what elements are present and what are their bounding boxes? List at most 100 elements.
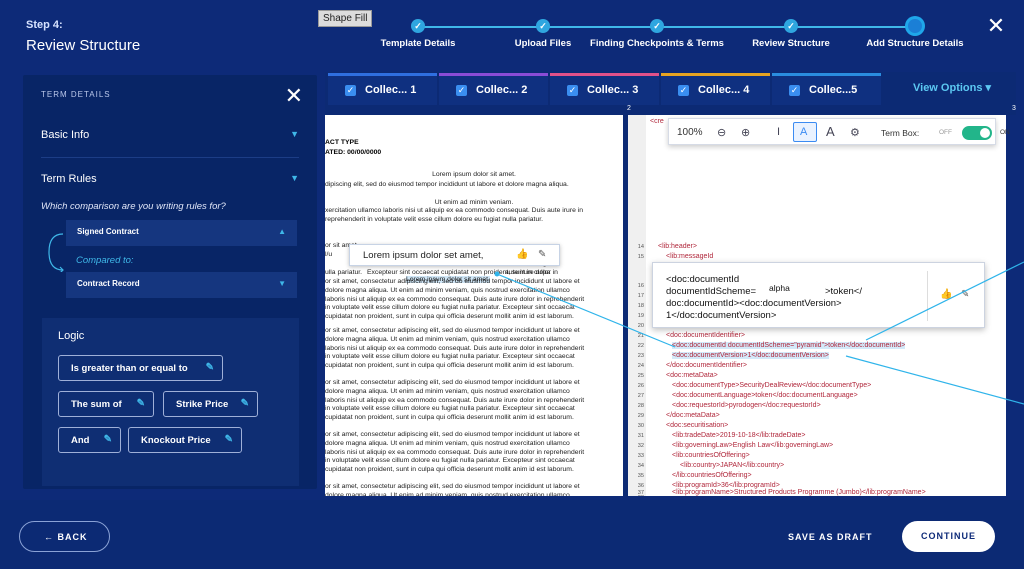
back-button[interactable]: ← BACK [19,521,110,552]
xml-line: <lib:governingLaw>English Law</lib:gover… [672,442,834,449]
xml-line: <doc:documentIdentifier> [666,332,745,339]
line-number: 38 [628,495,644,496]
chevron-down-icon: ▼ [290,173,299,183]
step-label-text: Template Details [380,38,456,49]
xml-line: <lib:messageId [666,253,714,260]
popup-xml-text: >token</ [825,286,862,297]
checkbox-icon[interactable]: ✓ [678,85,689,96]
step-label-text: Finding Checkpoints & Terms [590,38,724,49]
tab-collection-2[interactable]: ✓ Collec... 2 [439,73,548,105]
xml-line: <doc:documentLanguage>token</doc:documen… [672,392,858,399]
xml-term-popup: <doc:documentId documentIdScheme= alpha … [652,262,985,328]
logic-chip-sum-of[interactable]: The sum of ✎ [58,391,154,417]
line-number: 36 [637,483,644,489]
tab-collection-1[interactable]: ✓ Collec... 1 [328,73,437,105]
thumbs-up-icon[interactable]: 👍 [940,289,952,300]
xml-line: </lib:countriesOfOffering> [672,472,752,479]
pencil-icon[interactable]: ✎ [241,398,249,409]
thumbs-up-icon[interactable]: 👍 [516,249,528,260]
font-small-icon[interactable]: A [800,126,807,138]
tab-collection-5[interactable]: ✓ Collec...5 [772,73,881,105]
doc-heading: ATED: 00/00/0000 [325,149,382,156]
zoom-out-icon[interactable]: ⊖ [717,126,726,139]
pencil-icon[interactable]: ✎ [225,434,233,445]
step-template-details[interactable]: ✓ Template Details [348,19,488,49]
zoom-level: 100% [677,127,703,138]
pencil-icon[interactable]: ✎ [137,398,145,409]
logic-chip-and[interactable]: And ✎ [58,427,121,453]
save-draft-button[interactable]: SAVE AS DRAFT [788,532,873,542]
zoom-in-icon[interactable]: ⊕ [741,126,750,139]
step-review-structure[interactable]: ✓ Review Structure [721,19,861,49]
checkbox-icon[interactable]: ✓ [345,85,356,96]
logic-chip-greater-equal[interactable]: Is greater than or equal to ✎ [58,355,223,381]
close-icon[interactable]: ✕ [285,83,303,109]
term-popup-text: Lorem ipsum dolor set amet, [363,250,484,261]
term-rules-accordion[interactable]: Term Rules ▼ [41,173,299,185]
tab-collection-4[interactable]: ✓ Collec... 4 [661,73,770,105]
caret-down-icon: ▾ [985,82,992,94]
xml-line: <doc:documentType>SecurityDealReview</do… [672,382,872,389]
font-large-icon[interactable]: A [826,124,835,139]
xml-line-highlighted[interactable]: <doc:documentVersion>1</doc:documentVers… [672,352,829,359]
line-number: 29 [637,413,644,419]
gear-icon[interactable]: ⚙ [850,126,860,139]
term-box-toggle[interactable] [962,126,992,140]
view-options-dropdown[interactable]: View Options ▾ [913,81,991,94]
pencil-icon[interactable]: ✎ [104,434,112,445]
line-number: 18 [637,303,644,309]
continue-button[interactable]: CONTINUE [902,521,995,552]
compared-to-label: Compared to: [76,255,134,266]
pencil-icon[interactable]: ✎ [538,249,546,260]
xml-line: <doc:securitisation> [666,422,729,429]
arrow-left-icon: ← [44,532,58,542]
line-number: 28 [637,403,644,409]
logic-chip-knockout-price[interactable]: Knockout Price ✎ [128,427,242,453]
toggle-on-label: ON [1000,129,1010,136]
line-number: 25 [637,373,644,379]
step-add-structure-details[interactable]: Add Structure Details [845,19,985,49]
line-number: 24 [637,363,644,369]
close-icon[interactable]: ✕ [985,15,1007,38]
doc-paragraph: or sit amet, consectetur adipiscing elit… [325,483,580,496]
tab-label: Collec...5 [809,84,858,96]
term-details-panel: TERM DETAILS ✕ Basic Info ▼ Term Rules ▼… [23,75,317,489]
select-value: Signed Contract [77,227,139,236]
text-cursor-icon[interactable]: I [777,126,780,138]
xml-line: <lib:tradeDate>2019-10-18</lib:tradeDate… [672,432,806,439]
line-number: 15 [637,254,644,260]
term-box-label: Term Box: [881,128,920,138]
pencil-icon[interactable]: ✎ [206,362,214,373]
xml-line-highlighted[interactable]: <doc:documentId documentIdScheme="pyrami… [672,342,906,349]
chip-label: The sum of [71,399,122,410]
checkbox-icon[interactable]: ✓ [567,85,578,96]
chip-label: Knockout Price [141,435,211,446]
toggle-knob [980,128,990,138]
logic-chip-strike-price[interactable]: Strike Price ✎ [163,391,258,417]
checkbox-icon[interactable]: ✓ [789,85,800,96]
xml-line: <doc:metaData> [666,372,718,379]
contract-document[interactable]: ACT TYPE ATED: 00/00/0000 Lorem ipsum do… [325,115,623,496]
tab-collection-3[interactable]: ✓ Collec... 3 [550,73,659,105]
chip-label: Strike Price [176,399,229,410]
tab-color-bar [550,73,659,76]
header: Step 4: Review Structure Shape Fill ✓ Te… [0,0,1024,66]
doc-center-text: Lorem ipsum dolor sit amet. [432,171,516,178]
popup-xml-input[interactable]: alpha [769,283,790,293]
checkbox-icon[interactable]: ✓ [456,85,467,96]
tab-color-bar [328,73,437,76]
step-label-text: Add Structure Details [866,38,964,49]
contract-record-select[interactable]: Contract Record ▼ [66,272,297,298]
pencil-icon[interactable]: ✎ [961,289,969,300]
doc-paragraph: xercitation ullamco laboris nisi ut aliq… [325,207,584,223]
basic-info-accordion[interactable]: Basic Info ▼ [41,129,299,141]
step-finding-checkpoints[interactable]: ✓ Finding Checkpoints & Terms [587,19,727,49]
check-icon: ✓ [536,19,550,33]
doc-paragraph: or sit amet, consectetur adipiscing elit… [325,278,585,321]
line-number: 33 [637,453,644,459]
signed-contract-select[interactable]: Signed Contract ▲ [66,220,297,246]
doc-paragraph: or sit amet, consectetur adipiscing elit… [325,379,585,422]
comparison-bracket-icon [48,233,64,272]
tab-label: Collec... 4 [698,84,750,96]
popup-xml-text: documentIdScheme= [666,286,757,297]
